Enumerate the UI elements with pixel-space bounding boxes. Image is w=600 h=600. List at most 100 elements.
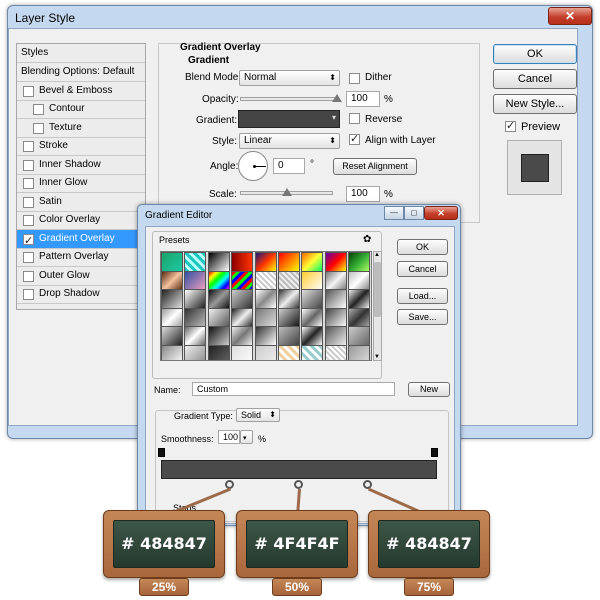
smoothness-input[interactable]: 100 <box>218 430 240 444</box>
preset-swatch[interactable] <box>184 289 207 309</box>
style-item[interactable]: Contour <box>17 100 145 119</box>
preset-swatch[interactable] <box>348 307 371 328</box>
maximize-icon[interactable]: ◻ <box>404 206 424 220</box>
style-item[interactable]: Stroke <box>17 137 145 156</box>
preset-swatch[interactable] <box>254 326 277 346</box>
preset-swatch[interactable] <box>207 270 230 291</box>
style-checkbox[interactable] <box>23 196 34 208</box>
gradient-ramp[interactable] <box>161 460 437 479</box>
preset-swatch[interactable] <box>161 307 183 328</box>
preset-swatch[interactable] <box>184 326 207 346</box>
preset-swatch[interactable] <box>207 344 230 360</box>
preset-swatch[interactable] <box>161 252 183 272</box>
load-button[interactable]: Load... <box>397 288 448 304</box>
preset-swatch[interactable] <box>324 307 347 328</box>
preset-swatch[interactable] <box>161 289 183 309</box>
style-item[interactable]: Gradient Overlay <box>17 229 145 250</box>
preset-swatch[interactable] <box>348 289 371 309</box>
preset-swatch[interactable] <box>301 307 324 328</box>
editor-cancel-button[interactable]: Cancel <box>397 261 448 277</box>
preset-swatch[interactable] <box>231 252 254 272</box>
preset-swatch[interactable] <box>324 270 347 291</box>
preview-checkbox[interactable] <box>505 119 516 132</box>
new-button[interactable]: New <box>408 382 450 397</box>
name-input[interactable]: Custom <box>192 382 395 396</box>
preset-swatch[interactable] <box>301 289 324 309</box>
preset-swatch[interactable] <box>324 344 347 360</box>
preset-swatch[interactable] <box>254 270 277 291</box>
preset-swatch[interactable] <box>348 270 371 291</box>
style-item[interactable]: Inner Glow <box>17 174 145 193</box>
opacity-stop-right[interactable] <box>431 448 438 457</box>
preset-swatch[interactable] <box>301 326 324 346</box>
style-checkbox[interactable] <box>33 122 44 134</box>
preset-swatch[interactable] <box>231 344 254 360</box>
cancel-button[interactable]: Cancel <box>493 69 577 89</box>
preset-swatch[interactable] <box>207 326 230 346</box>
opacity-slider-thumb[interactable] <box>332 94 342 102</box>
preset-swatch[interactable] <box>184 270 207 291</box>
style-item[interactable]: Outer Glow <box>17 267 145 286</box>
smoothness-dropdown[interactable]: ▾ <box>240 430 253 444</box>
style-select[interactable]: Linear ⬍ <box>239 133 340 149</box>
preset-swatch[interactable] <box>231 326 254 346</box>
opacity-stop-left[interactable] <box>158 448 165 457</box>
preset-swatch[interactable] <box>231 307 254 328</box>
preset-swatch[interactable] <box>254 289 277 309</box>
preset-swatch[interactable] <box>301 344 324 360</box>
style-item[interactable]: Drop Shadow <box>17 285 145 304</box>
color-stop[interactable] <box>294 480 303 489</box>
save-button[interactable]: Save... <box>397 309 448 325</box>
preset-swatch[interactable] <box>184 307 207 328</box>
preset-swatch[interactable] <box>278 252 300 272</box>
gradient-editor-close-button[interactable]: ✕ <box>424 206 458 220</box>
preset-swatch[interactable] <box>254 344 277 360</box>
preset-swatch[interactable] <box>161 344 183 360</box>
close-button[interactable]: ✕ <box>548 7 592 25</box>
style-item[interactable]: Blending Options: Default <box>17 63 145 82</box>
style-item[interactable]: Texture <box>17 119 145 138</box>
angle-input[interactable]: 0 <box>273 158 305 174</box>
style-checkbox[interactable] <box>23 141 34 152</box>
editor-ok-button[interactable]: OK <box>397 239 448 255</box>
scale-slider-thumb[interactable] <box>281 188 292 196</box>
style-checkbox[interactable] <box>23 289 34 300</box>
align-with-layer-checkbox[interactable] <box>349 132 360 145</box>
preset-swatch[interactable] <box>184 344 207 360</box>
blend-mode-select[interactable]: Normal ⬍ <box>239 70 340 86</box>
reverse-checkbox[interactable] <box>349 113 360 124</box>
presets-menu-icon[interactable]: ✿ <box>363 234 371 245</box>
preset-swatch[interactable] <box>231 289 254 309</box>
ok-button[interactable]: OK <box>493 44 577 64</box>
dither-checkbox[interactable] <box>349 73 360 84</box>
preset-swatch[interactable] <box>301 270 324 291</box>
scrollbar-thumb[interactable] <box>374 262 381 317</box>
style-checkbox[interactable] <box>23 232 34 250</box>
preset-swatch[interactable] <box>231 270 254 291</box>
preset-swatch[interactable] <box>301 252 324 272</box>
style-checkbox[interactable] <box>23 178 34 189</box>
preset-swatch[interactable] <box>278 344 300 360</box>
scroll-down-icon[interactable]: ▼ <box>374 354 380 360</box>
presets-scrollbar[interactable]: ▲ ▼ <box>373 251 382 361</box>
preset-swatch[interactable] <box>184 252 207 272</box>
preset-swatch[interactable] <box>278 289 300 309</box>
style-item[interactable]: Color Overlay <box>17 211 145 230</box>
preset-swatch[interactable] <box>161 270 183 291</box>
preset-swatch[interactable] <box>348 344 371 360</box>
preset-swatch[interactable] <box>254 307 277 328</box>
opacity-input[interactable]: 100 <box>346 91 380 107</box>
style-item[interactable]: Satin <box>17 193 145 212</box>
style-checkbox[interactable] <box>23 252 34 263</box>
preset-swatch[interactable] <box>278 307 300 328</box>
reset-alignment-button[interactable]: Reset Alignment <box>333 158 417 175</box>
preset-swatch[interactable] <box>161 326 183 346</box>
preset-swatch[interactable] <box>278 270 300 291</box>
preset-swatch[interactable] <box>348 326 371 346</box>
preset-swatch[interactable] <box>324 289 347 309</box>
gradient-type-select[interactable]: Solid ⬍ <box>236 408 280 422</box>
preset-swatch[interactable] <box>324 326 347 346</box>
style-checkbox[interactable] <box>23 85 34 97</box>
preset-swatch[interactable] <box>324 252 347 272</box>
new-style-button[interactable]: New Style... <box>493 94 577 114</box>
